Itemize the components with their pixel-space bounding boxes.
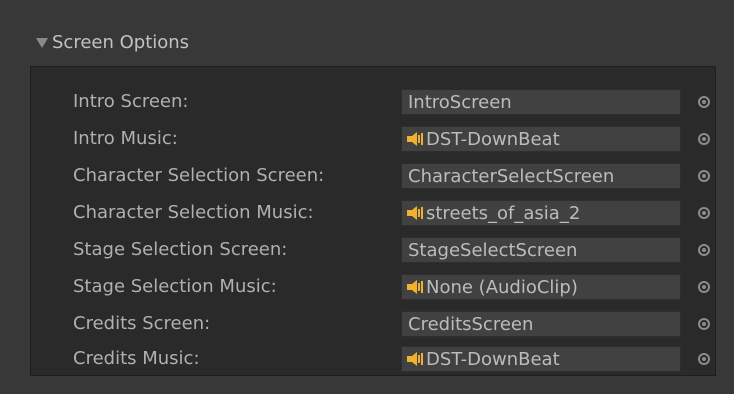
object-picker-icon[interactable] (698, 281, 710, 293)
field-label: Character Selection Music: (73, 202, 314, 223)
credits-screen-field[interactable]: CreditsScreen (401, 311, 681, 337)
field-label: Credits Screen: (73, 313, 211, 334)
field-value: streets_of_asia_2 (426, 202, 581, 224)
audio-clip-icon (407, 280, 423, 294)
object-picker-icon[interactable] (698, 318, 710, 330)
row-credits-screen: Credits Screen: CreditsScreen (31, 309, 717, 339)
audio-clip-icon (407, 206, 423, 220)
field-label: Intro Music: (73, 128, 178, 149)
field-value: CharacterSelectScreen (408, 165, 615, 187)
row-character-selection-screen: Character Selection Screen: CharacterSel… (31, 161, 717, 191)
stage-selection-screen-field[interactable]: StageSelectScreen (401, 237, 681, 263)
character-selection-screen-field[interactable]: CharacterSelectScreen (401, 163, 681, 189)
intro-music-field[interactable]: DST-DownBeat (401, 126, 681, 152)
audio-clip-icon (407, 352, 423, 366)
stage-selection-music-field[interactable]: None (AudioClip) (401, 274, 681, 300)
audio-clip-icon (407, 132, 423, 146)
field-label: Credits Music: (73, 348, 200, 369)
field-value: CreditsScreen (408, 313, 534, 335)
object-picker-icon[interactable] (698, 96, 710, 108)
row-intro-music: Intro Music: DST-DownBeat (31, 124, 717, 154)
character-selection-music-field[interactable]: streets_of_asia_2 (401, 200, 681, 226)
screen-options-foldout[interactable]: Screen Options (18, 24, 718, 60)
row-credits-music: Credits Music: DST-DownBeat (31, 344, 717, 374)
row-character-selection-music: Character Selection Music: streets_of_as… (31, 198, 717, 228)
field-value: DST-DownBeat (426, 348, 560, 370)
object-picker-icon[interactable] (698, 244, 710, 256)
foldout-arrow-icon[interactable] (36, 38, 48, 48)
screen-options-panel: Intro Screen: IntroScreen Intro Music: D… (30, 66, 716, 376)
field-value: None (AudioClip) (426, 276, 578, 298)
row-stage-selection-music: Stage Selection Music: None (AudioClip) (31, 272, 717, 302)
object-picker-icon[interactable] (698, 133, 710, 145)
object-picker-icon[interactable] (698, 207, 710, 219)
foldout-label: Screen Options (52, 31, 190, 53)
field-label: Stage Selection Music: (73, 276, 277, 297)
row-intro-screen: Intro Screen: IntroScreen (31, 87, 717, 117)
field-value: DST-DownBeat (426, 128, 560, 150)
field-value: IntroScreen (408, 91, 512, 113)
object-picker-icon[interactable] (698, 170, 710, 182)
field-label: Intro Screen: (73, 91, 189, 112)
field-value: StageSelectScreen (408, 239, 578, 261)
object-picker-icon[interactable] (698, 353, 710, 365)
inspector-window: Screen Options Intro Screen: IntroScreen… (0, 0, 734, 394)
intro-screen-field[interactable]: IntroScreen (401, 89, 681, 115)
field-label: Stage Selection Screen: (73, 239, 288, 260)
row-stage-selection-screen: Stage Selection Screen: StageSelectScree… (31, 235, 717, 265)
field-label: Character Selection Screen: (73, 165, 325, 186)
credits-music-field[interactable]: DST-DownBeat (401, 346, 681, 372)
